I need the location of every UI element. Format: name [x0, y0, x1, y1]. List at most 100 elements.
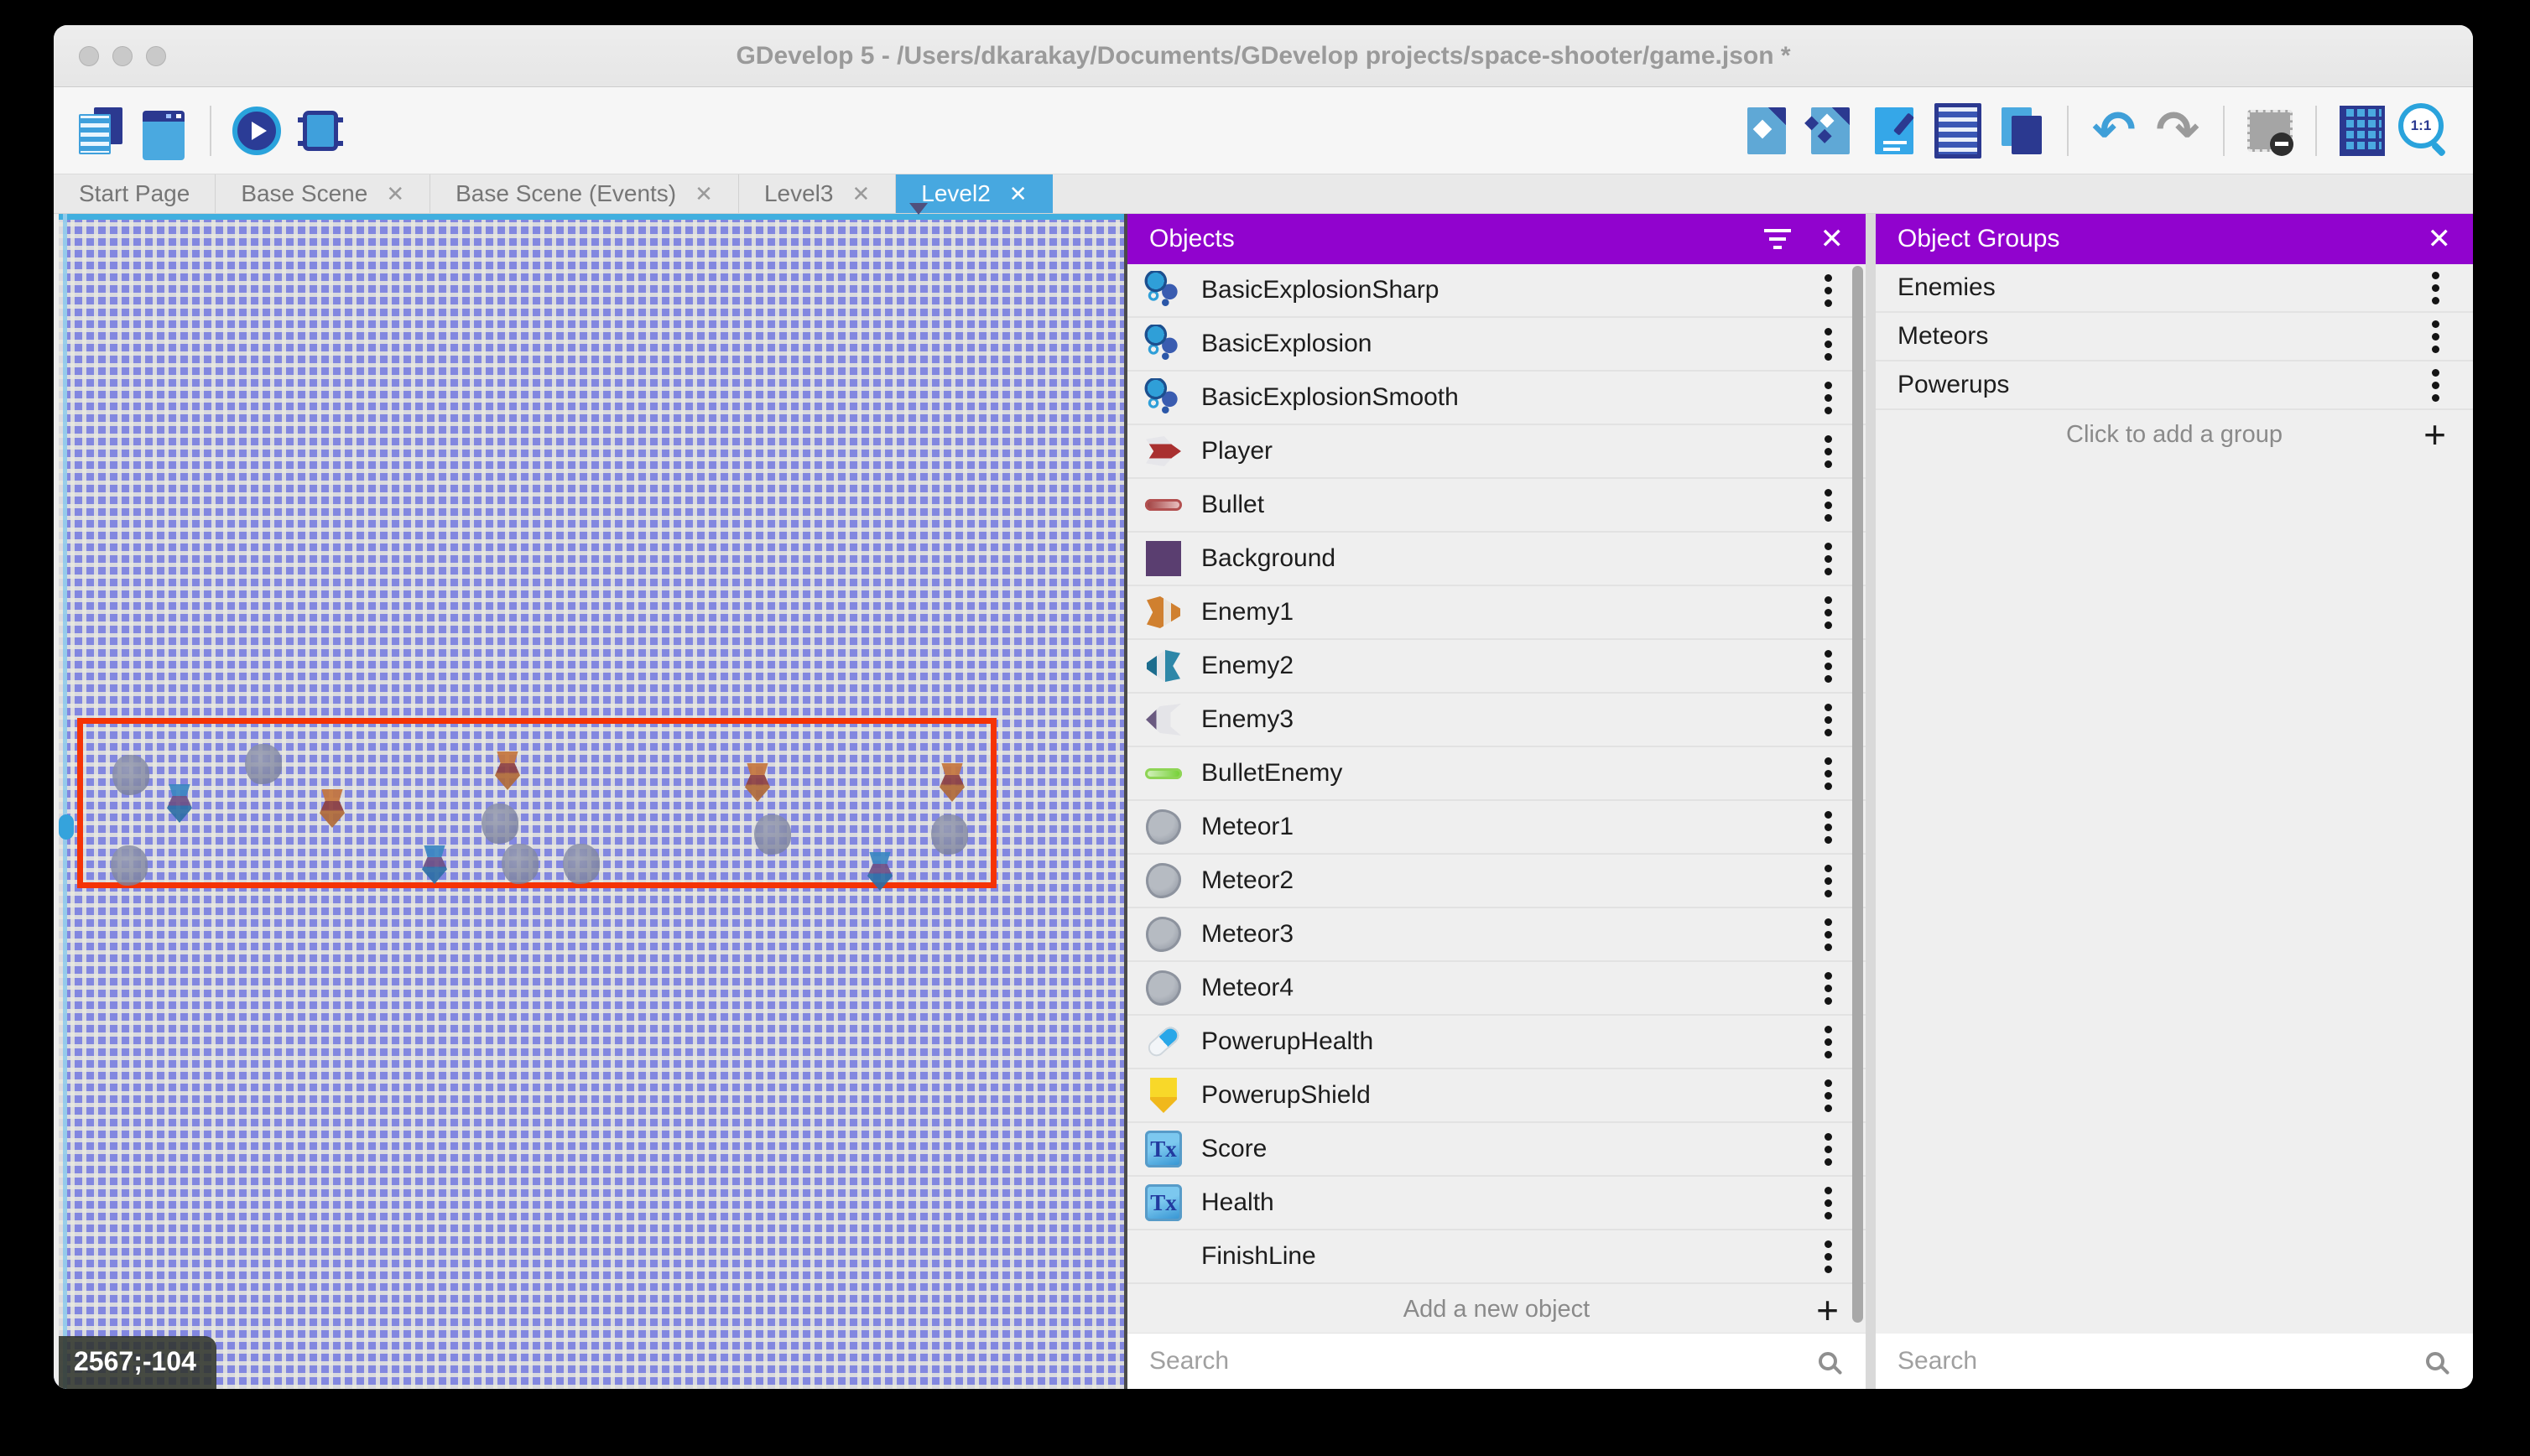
tab-level2[interactable]: Level2✕: [896, 174, 1052, 213]
maximize-window-button[interactable]: [146, 46, 166, 66]
objects-panel-close-icon[interactable]: ✕: [1820, 225, 1845, 253]
object-row-health[interactable]: Health: [1127, 1177, 1866, 1230]
object-menu-icon[interactable]: [1825, 394, 1832, 402]
object-menu-icon[interactable]: [1825, 1146, 1832, 1153]
object-menu-icon[interactable]: [1825, 1092, 1832, 1100]
group-row-meteors[interactable]: Meteors: [1876, 313, 2473, 361]
add-group-row[interactable]: Click to add a group +: [1876, 410, 2473, 459]
object-menu-icon[interactable]: [1825, 770, 1832, 777]
object-name: PowerupHealth: [1201, 1027, 1373, 1056]
object-row-background[interactable]: Background: [1127, 533, 1866, 586]
objects-search-input[interactable]: [1148, 1346, 1805, 1376]
tab-base-scene-events-[interactable]: Base Scene (Events)✕: [430, 174, 739, 213]
object-row-bullet[interactable]: Bullet: [1127, 479, 1866, 533]
object-menu-icon[interactable]: [1825, 502, 1832, 509]
grid-icon[interactable]: [2337, 106, 2387, 156]
object-menu-icon[interactable]: [1825, 824, 1832, 831]
object-menu-icon[interactable]: [1825, 931, 1832, 939]
instances-list-icon[interactable]: [1933, 106, 1983, 156]
meteor-instance[interactable]: [482, 803, 518, 844]
filter-icon[interactable]: [1763, 229, 1792, 249]
traffic-lights: [79, 25, 166, 86]
object-row-score[interactable]: Score: [1127, 1123, 1866, 1177]
object-row-finishline[interactable]: FinishLine: [1127, 1230, 1866, 1284]
object-row-meteor3[interactable]: Meteor3: [1127, 908, 1866, 962]
scene-window-icon[interactable]: [139, 106, 190, 156]
object-menu-icon[interactable]: [1825, 716, 1832, 724]
object-row-basicexplosion[interactable]: BasicExplosion: [1127, 318, 1866, 372]
object-row-player[interactable]: Player: [1127, 425, 1866, 479]
object-menu-icon[interactable]: [1825, 985, 1832, 992]
object-row-meteor2[interactable]: Meteor2: [1127, 855, 1866, 908]
object-groups-panel-close-icon[interactable]: ✕: [2428, 225, 2452, 253]
properties-icon[interactable]: [1869, 106, 1919, 156]
tab-start-page[interactable]: Start Page: [54, 174, 216, 213]
add-object-plus-icon[interactable]: +: [1816, 1291, 1839, 1329]
tab-level3[interactable]: Level3✕: [739, 174, 896, 213]
groups-search-input[interactable]: [1896, 1346, 2413, 1376]
group-row-powerups[interactable]: Powerups: [1876, 361, 2473, 410]
object-menu-icon[interactable]: [1825, 877, 1832, 885]
add-object-label: Add a new object: [1403, 1296, 1590, 1323]
object-row-powerupshield[interactable]: PowerupShield: [1127, 1069, 1866, 1123]
object-row-poweruphealth[interactable]: PowerupHealth: [1127, 1016, 1866, 1069]
group-menu-icon[interactable]: [2432, 284, 2439, 292]
toolbar-separator: [210, 106, 211, 156]
panels-divider[interactable]: [1866, 214, 1876, 1389]
object-row-enemy3[interactable]: Enemy3: [1127, 694, 1866, 747]
meteor-instance[interactable]: [111, 845, 148, 886]
play-icon[interactable]: [232, 106, 282, 156]
object-row-basicexplosionsmooth[interactable]: BasicExplosionSmooth: [1127, 372, 1866, 425]
object-row-meteor4[interactable]: Meteor4: [1127, 962, 1866, 1016]
group-menu-icon[interactable]: [2432, 382, 2439, 389]
object-row-meteor1[interactable]: Meteor1: [1127, 801, 1866, 855]
object-menu-icon[interactable]: [1825, 609, 1832, 616]
object-menu-icon[interactable]: [1825, 341, 1832, 348]
objects-editor-icon[interactable]: [1741, 106, 1792, 156]
object-menu-icon[interactable]: [1825, 663, 1832, 670]
add-object-row[interactable]: Add a new object +: [1127, 1287, 1866, 1334]
tab-close-icon[interactable]: ✕: [1009, 181, 1028, 207]
meteor-instance[interactable]: [931, 814, 968, 855]
canvas-horizontal-scrollbar[interactable]: [59, 214, 1124, 220]
group-row-enemies[interactable]: Enemies: [1876, 264, 2473, 313]
scene-canvas[interactable]: 2567;-104: [54, 214, 1124, 1389]
meteor-instance[interactable]: [502, 844, 539, 884]
tab-close-icon[interactable]: ✕: [695, 181, 713, 207]
object-row-bulletenemy[interactable]: BulletEnemy: [1127, 747, 1866, 801]
close-window-button[interactable]: [79, 46, 99, 66]
mask-icon[interactable]: [2245, 106, 2295, 156]
object-menu-icon[interactable]: [1825, 1253, 1832, 1261]
meteor-instance[interactable]: [563, 844, 600, 884]
object-row-enemy2[interactable]: Enemy2: [1127, 640, 1866, 694]
tab-base-scene[interactable]: Base Scene✕: [216, 174, 430, 213]
object-menu-icon[interactable]: [1825, 1038, 1832, 1046]
objects-list-scrollbar[interactable]: [1852, 266, 1863, 1323]
group-menu-icon[interactable]: [2432, 333, 2439, 341]
meteor-instance[interactable]: [754, 814, 791, 855]
object-menu-icon[interactable]: [1825, 448, 1832, 455]
groups-editor-icon[interactable]: [1805, 106, 1856, 156]
undo-icon[interactable]: [2089, 106, 2139, 156]
tab-close-icon[interactable]: ✕: [386, 181, 404, 207]
shield-object-icon: [1144, 1076, 1183, 1115]
meteor-instance[interactable]: [245, 744, 282, 784]
canvas-vertical-scrollbar-thumb[interactable]: [59, 814, 74, 840]
add-group-plus-icon[interactable]: +: [2423, 415, 2446, 454]
project-manager-icon[interactable]: [75, 106, 126, 156]
object-menu-icon[interactable]: [1825, 555, 1832, 563]
layers-icon[interactable]: [1996, 106, 2047, 156]
tab-close-icon[interactable]: ✕: [851, 181, 870, 207]
minimize-window-button[interactable]: [112, 46, 133, 66]
object-row-enemy1[interactable]: Enemy1: [1127, 586, 1866, 640]
object-menu-icon[interactable]: [1825, 1199, 1832, 1207]
debug-icon[interactable]: [295, 106, 346, 156]
canvas-vertical-scrollbar-track[interactable]: [63, 214, 67, 1389]
redo-icon[interactable]: [2153, 106, 2203, 156]
meteor-instance[interactable]: [112, 755, 149, 795]
object-menu-icon[interactable]: [1825, 287, 1832, 294]
zoom-1-1-icon[interactable]: [2401, 106, 2451, 156]
object-row-basicexplosionsharp[interactable]: BasicExplosionSharp: [1127, 264, 1866, 318]
enemy2-object-icon: [1144, 647, 1183, 685]
bullet-red-object-icon: [1144, 486, 1183, 524]
